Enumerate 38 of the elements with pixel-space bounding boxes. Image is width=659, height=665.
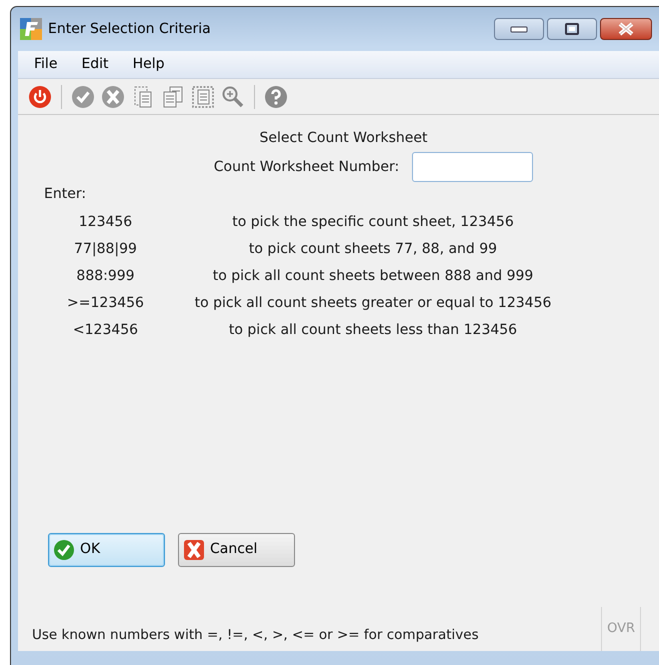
close-button[interactable] bbox=[600, 18, 652, 40]
pattern-text: >=123456 bbox=[66, 294, 145, 313]
heading: Select Count Worksheet bbox=[258, 129, 428, 148]
pattern-description: to pick all count sheets less than 123456 bbox=[228, 320, 518, 340]
cross-icon[interactable] bbox=[101, 84, 125, 108]
minimize-button[interactable] bbox=[494, 18, 544, 40]
field-label: Count Worksheet Number: bbox=[214, 158, 400, 177]
power-icon[interactable] bbox=[28, 84, 52, 108]
enter-label: Enter: bbox=[43, 185, 88, 204]
maximize-icon bbox=[564, 23, 580, 35]
window-title: Enter Selection Criteria bbox=[48, 20, 211, 38]
pattern-description: to pick count sheets 77, 88, and 99 bbox=[248, 240, 498, 259]
help-icon[interactable] bbox=[264, 84, 288, 108]
maximize-button[interactable] bbox=[547, 18, 597, 40]
menu-item[interactable]: File bbox=[24, 52, 68, 77]
worksheet-number-field[interactable] bbox=[412, 152, 534, 182]
document-icon[interactable] bbox=[191, 84, 215, 108]
pattern-text: 888:999 bbox=[75, 266, 136, 286]
pattern-text: <123456 bbox=[72, 320, 140, 340]
cross-icon bbox=[183, 538, 205, 561]
check-icon[interactable] bbox=[71, 84, 95, 108]
check-icon bbox=[53, 538, 75, 561]
close-icon bbox=[617, 22, 635, 36]
status-text: Use known numbers with =, !=, <, >, <= or >= for comparatives bbox=[32, 626, 479, 645]
pattern-text: 123456 bbox=[78, 212, 134, 232]
menu-item[interactable]: Edit bbox=[71, 52, 119, 77]
minimize-icon bbox=[510, 25, 528, 33]
ok-button[interactable]: OK bbox=[48, 532, 165, 567]
pattern-description: to pick the specific count sheet, 123456 bbox=[231, 212, 515, 232]
copy-icon[interactable] bbox=[161, 84, 185, 108]
pattern-description: to pick all count sheets between 888 and 999 bbox=[212, 266, 534, 286]
pattern-description: to pick all count sheets greater or equal to 123456 bbox=[194, 294, 552, 313]
zoom-icon[interactable] bbox=[221, 84, 245, 108]
app-logo-icon bbox=[20, 18, 42, 40]
overwrite-indicator: OVR bbox=[601, 607, 641, 651]
cancel-button[interactable]: Cancel bbox=[178, 532, 295, 567]
menu-item[interactable]: Help bbox=[122, 52, 174, 77]
pattern-text: 77|88|99 bbox=[73, 240, 138, 259]
